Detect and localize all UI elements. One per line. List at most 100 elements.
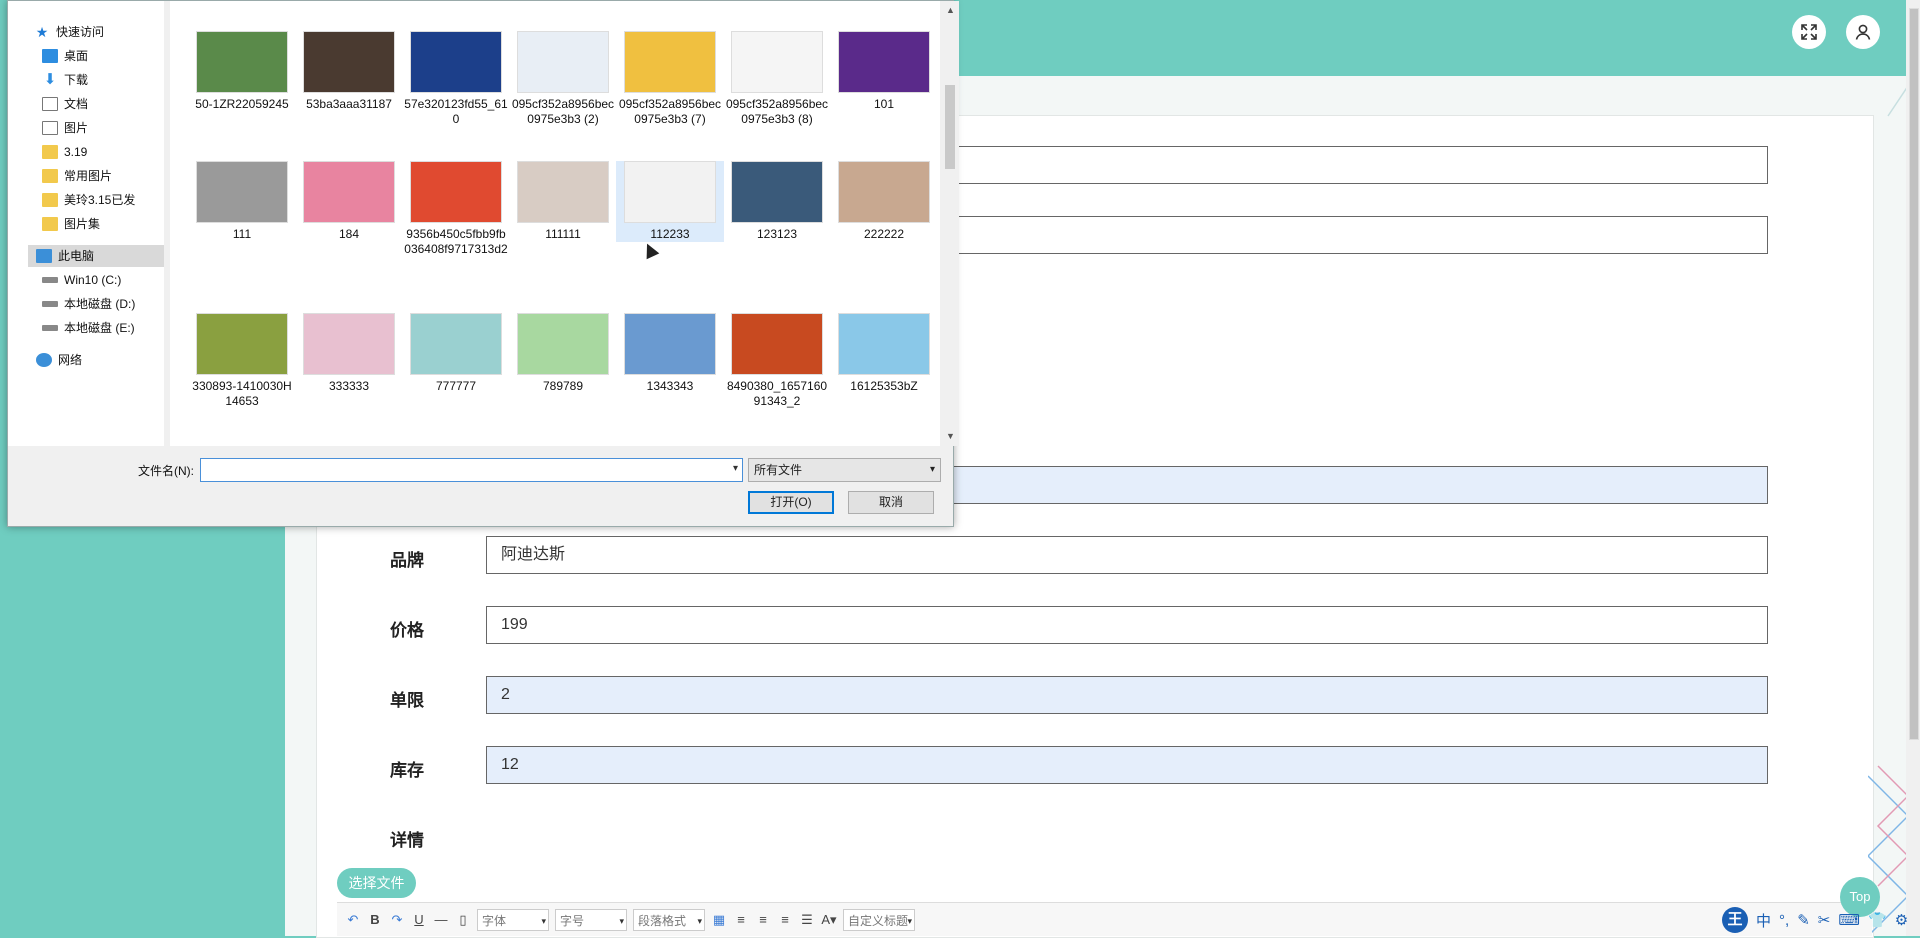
chevron-down-icon[interactable]: ▾ xyxy=(733,463,738,474)
nav-item-picture-set[interactable]: 图片集 xyxy=(42,213,100,235)
filename-input[interactable]: ▾ xyxy=(200,458,743,482)
file-name: 330893-1410030H14653 xyxy=(192,379,292,408)
nav-item-common-pictures[interactable]: 常用图片 xyxy=(42,165,112,187)
justify-icon[interactable]: ☰ xyxy=(799,912,815,928)
pen-icon[interactable]: ✎ xyxy=(1797,911,1810,929)
file-item[interactable]: 333333 xyxy=(295,313,403,394)
open-button[interactable]: 打开(O) xyxy=(748,491,834,514)
file-type-select[interactable]: 所有文件 ▾ xyxy=(748,458,941,482)
stock-input[interactable]: 12 xyxy=(486,746,1768,784)
paragraph-select[interactable]: 段落格式 ▾ xyxy=(633,908,705,931)
file-thumbnail xyxy=(838,31,930,93)
nav-drive-d[interactable]: 本地磁盘 (D:) xyxy=(42,293,135,315)
choose-file-button[interactable]: 选择文件 xyxy=(337,868,416,898)
table-icon[interactable]: ▦ xyxy=(711,912,727,928)
file-name: 789789 xyxy=(542,379,584,393)
details-label: 详情 xyxy=(390,831,424,850)
cancel-button[interactable]: 取消 xyxy=(848,491,934,514)
file-thumbnail xyxy=(517,313,609,375)
scissors-icon[interactable]: ✂ xyxy=(1818,911,1831,929)
align-left-icon[interactable]: ≡ xyxy=(733,912,749,927)
undo-icon[interactable]: ↶ xyxy=(345,912,361,928)
file-item[interactable]: 101 xyxy=(830,31,938,112)
skin-icon[interactable]: 👕 xyxy=(1868,911,1887,929)
file-thumbnail xyxy=(731,313,823,375)
font-size-select[interactable]: 字号 ▾ xyxy=(555,908,627,931)
font-select[interactable]: 字体 ▾ xyxy=(477,908,549,931)
file-item[interactable]: 1343343 xyxy=(616,313,724,394)
file-item[interactable]: 184 xyxy=(295,161,403,242)
file-item[interactable]: 222222 xyxy=(830,161,938,242)
scroll-thumb[interactable] xyxy=(945,85,955,169)
user-icon[interactable] xyxy=(1846,15,1880,49)
file-item[interactable]: 330893-1410030H14653 xyxy=(188,313,296,409)
underline-icon[interactable]: U xyxy=(411,912,427,927)
redo-icon[interactable]: ↷ xyxy=(389,912,405,928)
nav-item-downloads[interactable]: ⬇ 下载 📌 xyxy=(42,69,197,91)
align-center-icon[interactable]: ≡ xyxy=(755,912,771,927)
file-thumbnail xyxy=(196,31,288,93)
filename-label: 文件名(N): xyxy=(138,464,194,478)
nav-item-folder-319[interactable]: 3.19 xyxy=(42,141,87,163)
nav-item-documents[interactable]: 文档 📌 xyxy=(42,93,196,115)
horizontal-rule-icon[interactable]: — xyxy=(433,912,449,927)
file-item[interactable]: 16125353bZ xyxy=(830,313,938,394)
file-item[interactable]: 53ba3aaa31187 xyxy=(295,31,403,112)
file-thumbnail xyxy=(517,31,609,93)
nav-quick-access-label: 快速访问 xyxy=(56,25,105,39)
scroll-up-icon[interactable]: ▲ xyxy=(946,5,955,15)
stock-label: 库存 xyxy=(390,761,424,780)
page-scrollbar[interactable] xyxy=(1906,0,1920,936)
file-item[interactable]: 095cf352a8956bec0975e3b3 (2) xyxy=(509,31,617,127)
nav-network[interactable]: 网络 xyxy=(36,349,82,371)
price-input[interactable]: 199 xyxy=(486,606,1768,644)
nav-quick-access[interactable]: ★ 快速访问 xyxy=(34,21,104,43)
nav-drive-c[interactable]: Win10 (C:) xyxy=(42,269,121,291)
align-right-icon[interactable]: ≡ xyxy=(777,912,793,927)
nav-drive-label: 本地磁盘 (D:) xyxy=(64,297,136,311)
keyboard-icon[interactable]: ⌨ xyxy=(1838,911,1860,929)
nav-item-pictures[interactable]: 图片 📌 xyxy=(42,117,196,139)
ime-logo-icon[interactable]: 王 xyxy=(1722,907,1748,933)
limit-input[interactable]: 2 xyxy=(486,676,1768,714)
file-item[interactable]: 789789 xyxy=(509,313,617,394)
file-list-scrollbar[interactable]: ▲ ▼ xyxy=(942,1,959,446)
nav-drive-label: Win10 (C:) xyxy=(64,273,122,287)
nav-drive-label: 本地磁盘 (E:) xyxy=(64,321,135,335)
file-type-value: 所有文件 xyxy=(754,463,803,477)
custom-title-select[interactable]: 自定义标题 ▾ xyxy=(843,908,915,931)
file-item[interactable]: 777777 xyxy=(402,313,510,394)
fullscreen-icon[interactable] xyxy=(1792,15,1826,49)
file-item[interactable]: 9356b450c5fbb9fb036408f9717313d2 xyxy=(402,161,510,257)
file-item[interactable]: 111111 xyxy=(509,161,617,242)
drive-icon xyxy=(42,301,58,307)
file-item[interactable]: 50-1ZR22059245 xyxy=(188,31,296,112)
settings-icon[interactable]: ⚙ xyxy=(1895,911,1908,929)
file-item[interactable]: 112233 xyxy=(616,161,724,242)
file-item[interactable]: 111 xyxy=(188,161,296,242)
decorative-lines xyxy=(1868,85,1908,936)
drive-icon xyxy=(42,277,58,283)
folder-icon xyxy=(42,169,58,183)
file-item[interactable]: 57e320123fd55_610 xyxy=(402,31,510,127)
nav-item-label: 图片 xyxy=(64,121,89,135)
ime-mode[interactable]: 中 xyxy=(1756,910,1771,931)
nav-item-desktop[interactable]: 桌面 📌 xyxy=(42,45,196,67)
nav-this-pc[interactable]: 此电脑 xyxy=(28,245,164,267)
file-item[interactable]: 123123 xyxy=(723,161,831,242)
file-name: 095cf352a8956bec0975e3b3 (2) xyxy=(511,97,615,126)
page-icon[interactable]: ▯ xyxy=(455,912,471,928)
font-color-icon[interactable]: A▾ xyxy=(821,912,837,928)
bold-icon[interactable]: B xyxy=(367,912,383,927)
brand-input[interactable]: 阿迪达斯 xyxy=(486,536,1768,574)
file-item[interactable]: 8490380_165716091343_2 xyxy=(723,313,831,409)
file-item[interactable]: 095cf352a8956bec0975e3b3 (8) xyxy=(723,31,831,127)
nav-drive-e[interactable]: 本地磁盘 (E:) xyxy=(42,317,135,339)
file-name: 8490380_165716091343_2 xyxy=(726,379,828,408)
file-name: 184 xyxy=(338,227,360,241)
file-item[interactable]: 095cf352a8956bec0975e3b3 (7) xyxy=(616,31,724,127)
punctuation-icon[interactable]: °, xyxy=(1779,912,1789,929)
nav-item-meiling[interactable]: 美玲3.15已发 xyxy=(42,189,135,211)
scroll-down-icon[interactable]: ▼ xyxy=(946,431,955,441)
nav-this-pc-label: 此电脑 xyxy=(58,249,95,263)
